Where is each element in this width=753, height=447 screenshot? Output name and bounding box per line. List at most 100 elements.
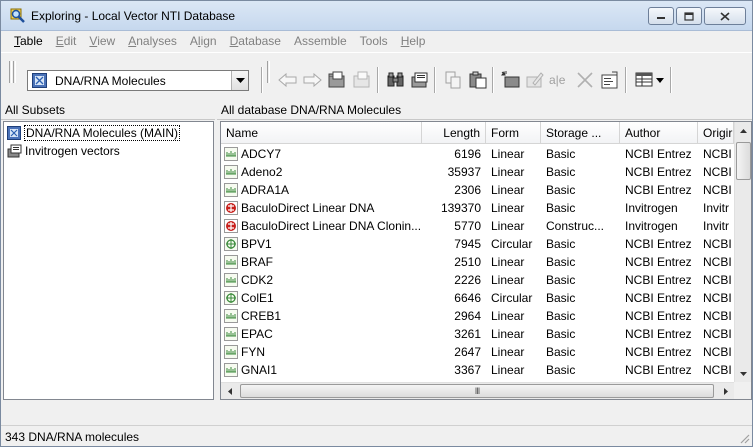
paste-button[interactable] bbox=[466, 68, 490, 92]
cell-form: Linear bbox=[491, 165, 525, 179]
linear-dna-icon bbox=[224, 147, 238, 161]
cell-name[interactable]: BPV1 bbox=[221, 237, 422, 251]
new-folder-button[interactable] bbox=[350, 68, 374, 92]
maximize-button[interactable] bbox=[676, 7, 702, 25]
menu-edit[interactable]: Edit bbox=[50, 34, 84, 48]
subset-item-invitrogen[interactable]: Invitrogen vectors bbox=[7, 143, 120, 159]
vertical-scrollbar[interactable] bbox=[734, 122, 751, 382]
table-row[interactable]: CREB1 2964 Linear Basic NCBI Entrez NCBI bbox=[221, 307, 734, 325]
toolbar-grip[interactable] bbox=[9, 61, 12, 83]
menu-tools[interactable]: Tools bbox=[354, 34, 395, 48]
cell-name[interactable]: CDK2 bbox=[221, 273, 422, 287]
cell-name[interactable]: BRAF bbox=[221, 255, 422, 269]
properties-icon bbox=[601, 71, 618, 89]
molecule-name: FYN bbox=[241, 345, 265, 359]
rename-button[interactable] bbox=[523, 68, 547, 92]
minimize-icon bbox=[657, 17, 665, 19]
menu-database[interactable]: Database bbox=[224, 34, 288, 48]
menu-table[interactable]: Table bbox=[8, 34, 50, 48]
subset-item-main[interactable]: DNA/RNA Molecules (MAIN) bbox=[7, 125, 181, 141]
toolbar-grip-2[interactable] bbox=[13, 61, 16, 83]
menu-align[interactable]: Align bbox=[184, 34, 224, 48]
table-row[interactable]: CDK2 2226 Linear Basic NCBI Entrez NCBI bbox=[221, 271, 734, 289]
table-row[interactable]: Adeno2 35937 Linear Basic NCBI Entrez NCBI bbox=[221, 163, 734, 181]
table-row[interactable]: BaculoDirect Linear DNA Clonin... 5770 Lin… bbox=[221, 217, 734, 235]
title-bar[interactable]: Exploring - Local Vector NTI Database bbox=[1, 1, 752, 31]
table-row[interactable]: ADRA1A 2306 Linear Basic NCBI Entrez NCBI bbox=[221, 181, 734, 199]
cell-name[interactable]: BaculoDirect Linear DNA bbox=[221, 201, 422, 215]
cell-name[interactable]: EPAC bbox=[221, 327, 422, 341]
cell-author: NCBI Entrez bbox=[625, 309, 692, 323]
open-subset-button[interactable] bbox=[408, 68, 432, 92]
new-subset-button[interactable] bbox=[499, 68, 523, 92]
close-button[interactable] bbox=[704, 7, 746, 25]
cell-name[interactable]: ADCY7 bbox=[221, 147, 422, 161]
column-header-name[interactable]: Name bbox=[221, 122, 422, 144]
table-row[interactable]: ADCY7 6196 Linear Basic NCBI Entrez NCBI bbox=[221, 145, 734, 163]
toolbar-grip-3[interactable] bbox=[267, 61, 270, 83]
cell-form: Linear bbox=[491, 327, 525, 341]
properties-button[interactable] bbox=[598, 68, 622, 92]
svg-text:a|e: a|e bbox=[549, 73, 566, 87]
menu-analyses-label: nalyses bbox=[136, 34, 177, 48]
cell-name[interactable]: GNAI1 bbox=[221, 363, 422, 377]
menu-analyses[interactable]: Analyses bbox=[122, 34, 184, 48]
open-folder-button[interactable] bbox=[325, 68, 349, 92]
scroll-right-button[interactable] bbox=[717, 383, 734, 399]
subsets-header: All Subsets bbox=[1, 100, 215, 120]
table-row[interactable]: BPV1 7945 Circular Basic NCBI Entrez NCBI bbox=[221, 235, 734, 253]
toolbar-separator bbox=[434, 67, 436, 93]
cell-storage: Basic bbox=[546, 255, 576, 269]
view-mode-dropdown[interactable] bbox=[653, 68, 667, 92]
table-row[interactable]: ColE1 6646 Circular Basic NCBI Entrez NCBI bbox=[221, 289, 734, 307]
table-row[interactable]: BaculoDirect Linear DNA 139370 Linear Basic… bbox=[221, 199, 734, 217]
cell-origin: NCBI bbox=[703, 309, 732, 323]
cell-name[interactable]: CREB1 bbox=[221, 309, 422, 323]
circular-dna-icon bbox=[224, 291, 238, 305]
menu-view-label: iew bbox=[97, 34, 116, 48]
scroll-up-button[interactable] bbox=[735, 122, 751, 139]
delete-button[interactable] bbox=[573, 68, 597, 92]
cell-name[interactable]: BaculoDirect Linear DNA Clonin... bbox=[221, 219, 422, 233]
back-button[interactable] bbox=[276, 68, 300, 92]
cell-name[interactable]: ColE1 bbox=[221, 291, 422, 305]
cell-name[interactable]: Adeno2 bbox=[221, 165, 422, 179]
linear-dna-icon bbox=[224, 183, 238, 197]
arrow-right-icon bbox=[303, 73, 322, 87]
cell-name[interactable]: ADRA1A bbox=[221, 183, 422, 197]
scroll-down-button[interactable] bbox=[735, 365, 751, 382]
column-header-origin[interactable]: Origir bbox=[698, 122, 734, 144]
cell-origin: NCBI bbox=[703, 291, 732, 305]
toolbar: DNA/RNA Molecules a|e bbox=[1, 52, 752, 100]
column-header-author[interactable]: Author bbox=[620, 122, 698, 144]
horizontal-scroll-thumb[interactable]: III bbox=[240, 384, 714, 398]
table-row[interactable]: BRAF 2510 Linear Basic NCBI Entrez NCBI bbox=[221, 253, 734, 271]
minimize-button[interactable] bbox=[648, 7, 674, 25]
copy-button[interactable] bbox=[441, 68, 465, 92]
table-row[interactable]: GNAI1 3367 Linear Basic NCBI Entrez NCBI bbox=[221, 361, 734, 379]
menu-view[interactable]: View bbox=[83, 34, 122, 48]
vertical-scroll-thumb[interactable] bbox=[736, 142, 751, 180]
table-row[interactable]: FYN 2647 Linear Basic NCBI Entrez NCBI bbox=[221, 343, 734, 361]
scroll-left-button[interactable] bbox=[221, 383, 238, 399]
column-header-storage[interactable]: Storage ... bbox=[541, 122, 620, 144]
toolbar-separator bbox=[261, 67, 263, 93]
size-grip-icon[interactable] bbox=[738, 432, 750, 444]
table-row[interactable]: EPAC 3261 Linear Basic NCBI Entrez NCBI bbox=[221, 325, 734, 343]
find-button[interactable] bbox=[384, 68, 408, 92]
combo-dropdown-button[interactable] bbox=[231, 71, 248, 90]
menu-assemble[interactable]: Assemble bbox=[288, 34, 354, 48]
forward-button[interactable] bbox=[300, 68, 324, 92]
subset-item-label: DNA/RNA Molecules (MAIN) bbox=[24, 125, 181, 141]
column-header-length[interactable]: Length bbox=[422, 122, 486, 144]
toolbar-separator bbox=[670, 67, 672, 93]
edit-name-button[interactable]: a|e bbox=[547, 68, 571, 92]
cell-name[interactable]: FYN bbox=[221, 345, 422, 359]
cell-form: Linear bbox=[491, 219, 525, 233]
menu-help[interactable]: Help bbox=[395, 34, 433, 48]
paste-icon bbox=[469, 71, 487, 89]
subset-type-combo[interactable]: DNA/RNA Molecules bbox=[27, 70, 249, 91]
column-header-form[interactable]: Form bbox=[486, 122, 541, 144]
cell-author: NCBI Entrez bbox=[625, 147, 692, 161]
horizontal-scrollbar[interactable]: III bbox=[221, 382, 734, 399]
